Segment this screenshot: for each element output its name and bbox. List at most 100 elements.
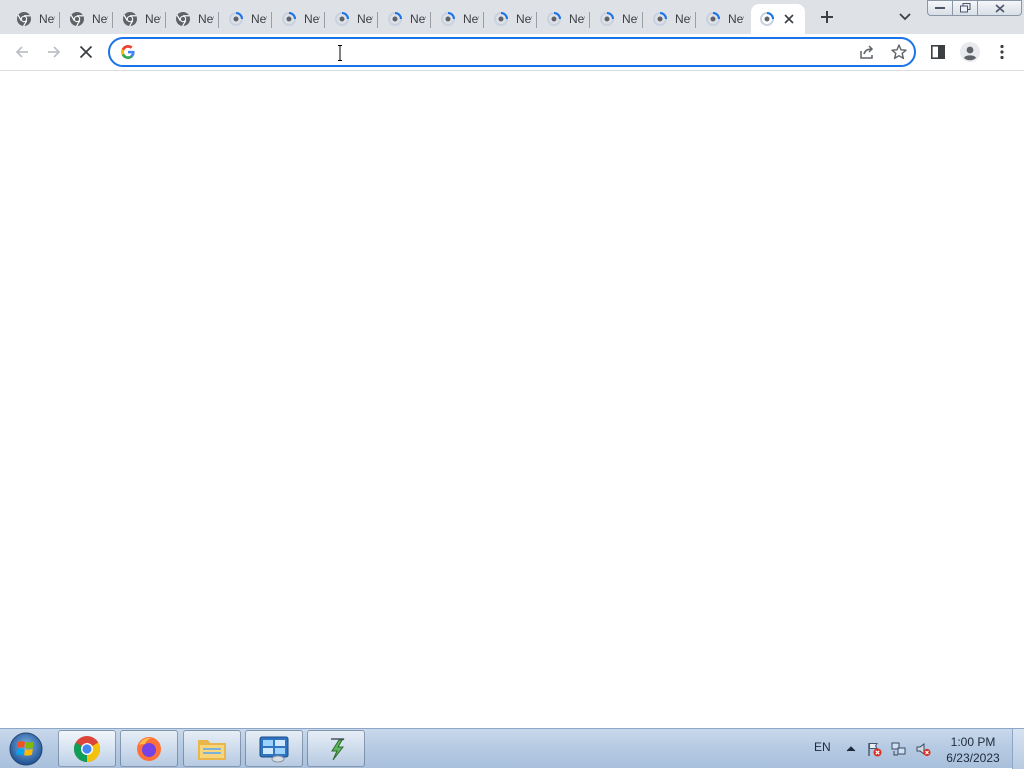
close-icon — [994, 3, 1005, 13]
tab-separator — [324, 12, 325, 28]
browser-toolbar — [0, 34, 1024, 71]
lightning-icon — [331, 737, 345, 760]
tab-title: New Tab — [622, 12, 638, 26]
tab-separator — [59, 12, 60, 28]
taskbar-power-shortcut[interactable] — [307, 730, 365, 767]
chrome-icon — [123, 12, 137, 27]
tab-title: New Tab — [569, 12, 585, 26]
network-icon — [891, 742, 906, 756]
browser-tab-active[interactable] — [751, 4, 805, 34]
tab-separator — [165, 12, 166, 28]
close-icon — [79, 45, 93, 59]
side-panel-button[interactable] — [926, 40, 950, 64]
tab-title: New Tab — [304, 12, 320, 26]
address-input[interactable] — [146, 42, 850, 64]
tab-separator — [271, 12, 272, 28]
firefox-icon — [137, 736, 161, 761]
loading-spinner-icon — [282, 12, 296, 26]
start-button[interactable] — [4, 730, 48, 768]
clock-time: 1:00 PM — [950, 735, 996, 749]
taskbar-chrome[interactable] — [58, 730, 116, 767]
window-controls — [927, 0, 1022, 18]
tab-title: New Tab — [357, 12, 373, 26]
volume-tray[interactable] — [915, 741, 931, 757]
tab-separator — [589, 12, 590, 28]
browser-tab[interactable]: New Tab — [220, 4, 272, 34]
show-hidden-icons-button[interactable] — [843, 741, 859, 757]
profile-button[interactable] — [958, 40, 982, 64]
chrome-icon — [70, 12, 84, 27]
stop-loading-button[interactable] — [72, 38, 100, 66]
more-vertical-icon — [1000, 44, 1004, 60]
google-icon — [121, 45, 135, 59]
volume-muted-icon — [916, 743, 931, 757]
taskbar-file-explorer[interactable] — [183, 730, 241, 767]
close-window-button[interactable] — [978, 0, 1022, 16]
tab-title: New Tab — [516, 12, 532, 26]
tab-title: New Tab — [251, 12, 267, 26]
browser-tab[interactable]: New Tab — [432, 4, 484, 34]
chrome-icon — [176, 12, 190, 27]
arrow-right-icon — [48, 46, 61, 58]
tab-title: New Tab — [145, 12, 161, 26]
loading-spinner-icon — [547, 12, 561, 26]
browser-tab[interactable]: New Tab — [697, 4, 749, 34]
browser-tab[interactable]: New Tab — [273, 4, 325, 34]
browser-tab[interactable]: New Tab — [538, 4, 590, 34]
taskbar: EN 1:00 PM 6/23/2023 — [0, 728, 1024, 769]
close-tab-icon[interactable] — [781, 11, 797, 27]
browser-tab[interactable]: New Tab — [8, 4, 60, 34]
new-tab-button[interactable] — [814, 5, 840, 29]
tab-search-button[interactable] — [893, 6, 917, 28]
browser-tab[interactable]: New Tab — [114, 4, 166, 34]
chrome-icon — [17, 12, 31, 27]
windows-start-icon — [9, 732, 43, 766]
loading-spinner-icon — [441, 12, 455, 26]
tab-separator — [430, 12, 431, 28]
browser-tab[interactable]: New Tab — [326, 4, 378, 34]
share-icon[interactable] — [858, 43, 876, 61]
network-tray[interactable] — [891, 741, 907, 757]
tab-strip: New Tab New Tab New Tab New Tab — [0, 0, 1024, 34]
action-center-tray[interactable] — [866, 741, 882, 757]
page-content — [0, 71, 1024, 728]
browser-tab[interactable]: New Tab — [379, 4, 431, 34]
language-indicator[interactable]: EN — [814, 740, 831, 754]
tab-title: New Tab — [198, 12, 214, 26]
loading-spinner-icon — [600, 12, 614, 26]
minimize-button[interactable] — [927, 0, 953, 16]
tab-separator — [483, 12, 484, 28]
browser-tab[interactable]: New Tab — [167, 4, 219, 34]
address-bar[interactable] — [108, 37, 916, 67]
tab-title: New Tab — [92, 12, 108, 26]
taskbar-control-panel[interactable] — [245, 730, 303, 767]
text-cursor-icon — [338, 45, 342, 61]
bookmark-star-icon[interactable] — [890, 43, 908, 61]
tab-title: New Tab — [410, 12, 426, 26]
browser-tab[interactable]: New Tab — [591, 4, 643, 34]
taskbar-firefox[interactable] — [120, 730, 178, 767]
back-button[interactable] — [8, 38, 36, 66]
menu-button[interactable] — [990, 40, 1014, 64]
restore-icon — [959, 3, 970, 13]
forward-button[interactable] — [40, 38, 68, 66]
tab-separator — [536, 12, 537, 28]
restore-button[interactable] — [953, 0, 978, 16]
minimize-icon — [935, 7, 945, 9]
folder-icon — [198, 739, 226, 760]
browser-tab[interactable]: New Tab — [485, 4, 537, 34]
browser-tab[interactable]: New Tab — [644, 4, 696, 34]
flag-warning-icon — [868, 743, 882, 757]
show-desktop-button[interactable] — [1012, 729, 1024, 769]
control-panel-icon — [259, 736, 289, 762]
loading-spinner-icon — [388, 12, 402, 26]
loading-spinner-icon — [335, 12, 349, 26]
clock-date: 6/23/2023 — [946, 751, 1000, 765]
browser-tab[interactable]: New Tab — [61, 4, 113, 34]
arrow-left-icon — [15, 46, 28, 58]
loading-spinner-icon — [653, 12, 667, 26]
system-clock[interactable]: 1:00 PM 6/23/2023 — [938, 734, 1008, 766]
tab-title: New Tab — [463, 12, 479, 26]
chevron-down-icon — [899, 13, 911, 21]
tab-separator — [642, 12, 643, 28]
